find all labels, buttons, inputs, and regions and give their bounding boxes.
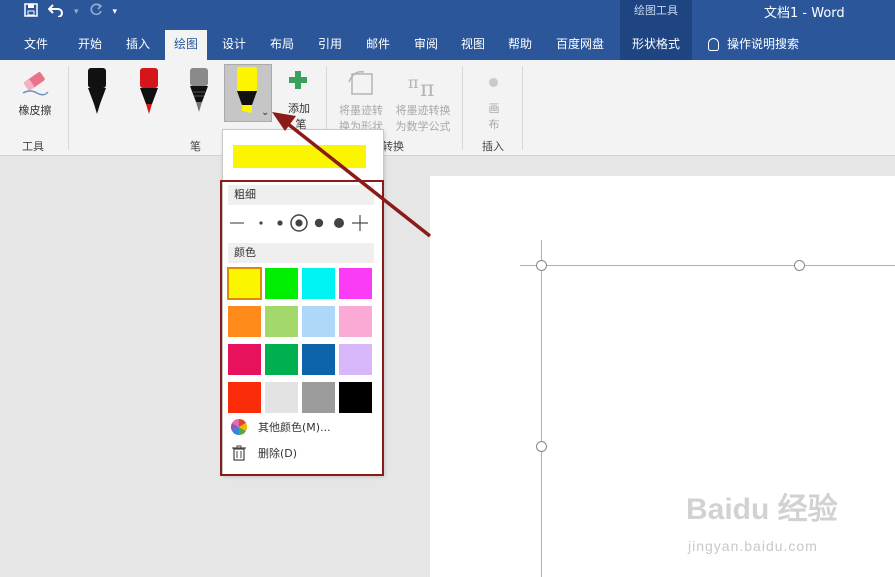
- delete-label: 删除(D): [258, 447, 298, 460]
- resize-handle[interactable]: [794, 260, 805, 271]
- color-swatch[interactable]: [339, 382, 372, 413]
- lightbulb-icon: [708, 37, 719, 51]
- shape-edge-left: [541, 240, 542, 577]
- group-separator: [522, 66, 523, 150]
- pen-black-icon[interactable]: [86, 66, 108, 116]
- baidu-watermark-logo: Baidu 经验: [686, 493, 838, 526]
- plus-icon: [289, 71, 307, 89]
- tab-shape-format[interactable]: 形状格式: [620, 28, 692, 60]
- color-header: 颜色: [228, 243, 374, 263]
- group-separator: [68, 66, 69, 150]
- group-pens-label: 笔: [190, 140, 201, 153]
- color-swatch[interactable]: [339, 306, 372, 337]
- color-swatch[interactable]: [265, 382, 298, 413]
- customize-qat-icon[interactable]: ▾: [113, 7, 118, 17]
- eraser-button[interactable]: 橡皮擦: [10, 66, 60, 126]
- resize-handle[interactable]: [536, 260, 547, 271]
- color-swatch[interactable]: [339, 344, 372, 375]
- canvas-label: 画: [488, 102, 500, 115]
- ink-to-shape-icon: [348, 70, 373, 95]
- tab-references[interactable]: 引用: [310, 28, 350, 60]
- canvas-label-2: 布: [488, 118, 500, 131]
- color-swatch[interactable]: [265, 306, 298, 337]
- color-swatch[interactable]: [302, 306, 335, 337]
- tell-me-search[interactable]: 操作说明搜索: [708, 28, 799, 60]
- group-convert-label: 转换: [382, 140, 404, 153]
- eraser-icon: [22, 72, 49, 96]
- thickness-options: [228, 210, 374, 236]
- color-swatch[interactable]: [265, 344, 298, 375]
- tab-mailings[interactable]: 邮件: [358, 28, 398, 60]
- ink-to-math-label-2: 为数学公式: [395, 120, 451, 133]
- color-wheel-icon: [230, 418, 248, 436]
- color-swatch[interactable]: [265, 268, 298, 299]
- add-pen-button[interactable]: 添加 笔: [282, 68, 316, 132]
- ink-to-shape-button[interactable]: 将墨迹转 换为形状: [332, 66, 390, 133]
- tab-draw[interactable]: 绘图: [165, 30, 207, 60]
- undo-dropdown-icon[interactable]: ▾: [74, 7, 79, 17]
- pen-preview-swatch: [233, 145, 366, 168]
- add-pen-label: 添加: [288, 102, 310, 115]
- undo-icon[interactable]: [47, 3, 64, 21]
- resize-handle[interactable]: [536, 441, 547, 452]
- color-swatch[interactable]: [227, 267, 262, 300]
- color-swatch[interactable]: [302, 382, 335, 413]
- pi-icon: π π: [408, 73, 434, 98]
- title-bar: ▾ ▾ 绘图工具 文档1 - Word: [0, 0, 895, 28]
- tab-insert[interactable]: 插入: [118, 28, 158, 60]
- thickness-header: 粗细: [228, 185, 374, 205]
- pen-red-icon[interactable]: [138, 66, 160, 116]
- shape-edge-top: [520, 265, 895, 266]
- ink-to-math-label: 将墨迹转换: [395, 104, 451, 117]
- color-swatch[interactable]: [228, 382, 261, 413]
- pencil-gray-icon[interactable]: [188, 66, 210, 116]
- ribbon-tabs: 文件 开始 插入 绘图 设计 布局 引用 邮件 审阅 视图 帮助 百度网盘 形状…: [0, 28, 895, 60]
- context-group-label: 绘图工具: [620, 0, 692, 28]
- group-tools-label: 工具: [22, 140, 44, 153]
- color-swatch[interactable]: [302, 268, 335, 299]
- more-colors-item[interactable]: 其他颜色(M)...: [228, 416, 374, 438]
- canvas-icon: [489, 78, 498, 87]
- color-swatch[interactable]: [228, 344, 261, 375]
- color-swatch[interactable]: [228, 306, 261, 337]
- tab-view[interactable]: 视图: [453, 28, 493, 60]
- more-colors-label: 其他颜色(M)...: [258, 421, 331, 434]
- color-swatch[interactable]: [302, 344, 335, 375]
- pen-options-chevron-icon[interactable]: ⌄: [261, 107, 269, 118]
- color-swatch[interactable]: [339, 268, 372, 299]
- tab-design[interactable]: 设计: [214, 28, 254, 60]
- document-title: 文档1 - Word: [764, 6, 845, 21]
- tab-baidu-netdisk[interactable]: 百度网盘: [548, 28, 612, 60]
- thickness-icons: [230, 214, 368, 232]
- tab-review[interactable]: 审阅: [406, 28, 446, 60]
- redo-icon[interactable]: [89, 3, 103, 21]
- tab-home[interactable]: 开始: [70, 28, 110, 60]
- drawing-canvas-button[interactable]: 画 布: [474, 70, 514, 134]
- delete-pen-item[interactable]: 删除(D): [228, 442, 374, 464]
- eraser-label: 橡皮擦: [18, 104, 52, 117]
- baidu-watermark-url: jingyan.baidu.com: [688, 538, 818, 554]
- svg-text:π: π: [420, 77, 434, 98]
- tab-file[interactable]: 文件: [14, 28, 58, 60]
- ribbon-draw: 橡皮擦 工具 ⌄ 添加 笔 笔 将墨迹转 换为形状 π π 将墨迹转换 为数学公…: [0, 60, 895, 156]
- tab-layout[interactable]: 布局: [262, 28, 302, 60]
- group-separator: [462, 66, 463, 150]
- quick-access-toolbar: ▾ ▾: [24, 3, 117, 21]
- svg-text:π: π: [408, 73, 419, 92]
- ink-to-math-button[interactable]: π π 将墨迹转换 为数学公式: [390, 66, 456, 133]
- highlighter-selected-button[interactable]: ⌄: [224, 64, 272, 122]
- highlighter-yellow-icon: [237, 67, 257, 113]
- trash-icon: [232, 445, 246, 461]
- tab-help[interactable]: 帮助: [500, 28, 540, 60]
- group-insert-label: 插入: [482, 140, 504, 153]
- save-icon[interactable]: [24, 3, 38, 21]
- ink-to-shape-label: 将墨迹转: [339, 104, 383, 117]
- tell-me-label: 操作说明搜索: [727, 37, 800, 51]
